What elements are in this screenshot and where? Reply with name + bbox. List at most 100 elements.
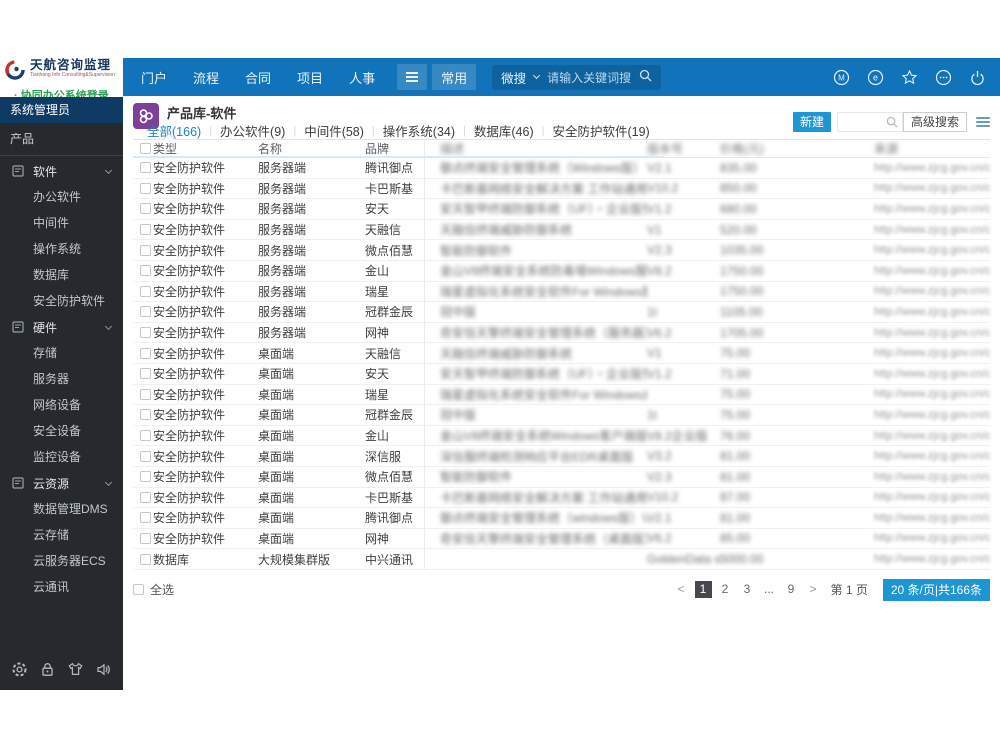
row-checkbox[interactable] <box>140 388 151 400</box>
settings-icon[interactable] <box>11 661 28 681</box>
search-input[interactable]: 请输入关键词搜 <box>547 69 631 86</box>
nav-item[interactable]: 流程 <box>193 68 219 87</box>
row-checkbox[interactable] <box>140 532 151 544</box>
sidebar-item-数据库[interactable]: 数据库 <box>0 262 123 288</box>
table-search-input[interactable] <box>836 112 903 132</box>
row-checkbox[interactable] <box>140 471 151 483</box>
row-checkbox[interactable] <box>140 491 151 503</box>
sidebar-group-云资源[interactable]: 云资源 <box>0 470 123 496</box>
nav-item[interactable]: 项目 <box>297 68 323 87</box>
sidebar-item-办公软件[interactable]: 办公软件 <box>0 184 123 210</box>
row-checkbox[interactable] <box>140 512 151 524</box>
row-checkbox[interactable] <box>140 265 151 277</box>
page-button-9[interactable]: 9 <box>783 581 800 598</box>
row-checkbox[interactable] <box>140 409 151 421</box>
search-scope-dropdown[interactable]: 微搜 <box>501 68 526 87</box>
sidebar-item-安全防护软件[interactable]: 安全防护软件 <box>0 288 123 314</box>
prev-page-button[interactable]: < <box>673 581 690 598</box>
table-row[interactable]: 安全防护软件 服务器端 卡巴斯基卡巴斯基网络安全解决方案 工作站通用授权（终端..V… <box>133 178 990 200</box>
advanced-search-button[interactable]: 高级搜索 <box>902 112 967 132</box>
table-row[interactable]: 安全防护软件 服务器端 金山金山V8终端安全系统防毒墙Windows服务器版V8.2… <box>133 260 990 282</box>
sidebar-item-存储[interactable]: 存储 <box>0 340 123 366</box>
select-all-checkbox[interactable] <box>133 584 144 596</box>
table-row[interactable]: 安全防护软件 桌面端 深信服 深信服终端检测响应平台EDR桌面版 V3.2 81.00 ht… <box>133 446 990 467</box>
table-row[interactable]: 安全防护软件 桌面端 卡巴斯基卡巴斯基网络安全解决方案 工作站通用授权（桌面）・KL… <box>133 487 990 509</box>
header-checkbox[interactable] <box>140 143 151 154</box>
row-checkbox[interactable] <box>140 553 151 565</box>
sidebar-item-云存储[interactable]: 云存储 <box>0 522 123 548</box>
new-button[interactable]: 新建 <box>792 112 831 132</box>
nav-item[interactable]: 人事 <box>349 68 375 87</box>
table-row[interactable]: 安全防护软件 桌面端 网神 奇安信天擎终端安全管理系统（桌面版） V6.2 85.00 ht… <box>133 528 990 550</box>
sidebar-item-监控设备[interactable]: 监控设备 <box>0 444 123 470</box>
row-checkbox[interactable] <box>140 285 151 297</box>
nav-item[interactable]: 门户 <box>141 68 167 87</box>
table-row[interactable]: 安全防护软件 桌面端 腾讯御点 御点终端安全管理系统（windows版）V2.1 V2.… <box>133 508 990 529</box>
row-checkbox[interactable] <box>140 182 151 194</box>
table-row[interactable]: 安全防护软件 桌面端 金山 金山V8终端安全系统Windows客户端版 V8.2企业版 7… <box>133 425 990 447</box>
user-role-label[interactable]: 系统管理员 <box>0 97 123 123</box>
sound-icon[interactable] <box>95 661 112 681</box>
tab-全部(166)[interactable]: 全部(166) <box>147 121 201 140</box>
row-checkbox[interactable] <box>140 368 151 380</box>
page-jump-label[interactable]: 第 1 页 <box>831 581 868 598</box>
row-checkbox[interactable] <box>140 224 151 236</box>
tab-安全防护软件(19)[interactable]: 安全防护软件(19) <box>552 121 649 140</box>
row-checkbox[interactable] <box>140 327 151 339</box>
page-button-2[interactable]: 2 <box>717 581 734 598</box>
select-all-control[interactable]: 全选 <box>133 581 174 598</box>
power-icon[interactable] <box>969 69 986 86</box>
row-checkbox[interactable] <box>140 203 151 215</box>
sidebar-group-软件[interactable]: 软件 <box>0 158 123 184</box>
message-icon[interactable]: M <box>833 69 850 86</box>
table-row[interactable]: 安全防护软件 桌面端 天融信 天融信终端威胁防御系统 V1 75.00 http://www… <box>133 343 990 364</box>
tab-数据库(46)[interactable]: 数据库(46) <box>474 121 534 140</box>
page-button-1[interactable]: 1 <box>694 581 712 599</box>
sidebar-item-云通讯[interactable]: 云通讯 <box>0 574 123 600</box>
lock-icon[interactable] <box>39 661 56 681</box>
sidebar-item-网络设备[interactable]: 网络设备 <box>0 392 123 418</box>
theme-icon[interactable] <box>67 661 84 681</box>
sidebar-item-数据管理DMS[interactable]: 数据管理DMS <box>0 496 123 522</box>
row-checkbox[interactable] <box>140 306 151 318</box>
sidebar-item-操作系统[interactable]: 操作系统 <box>0 236 123 262</box>
table-row[interactable]: 安全防护软件 服务器端 瑞星瑞星虚拟化系统安全软件For Windows服务端 175… <box>133 281 990 303</box>
table-row[interactable]: 安全防护软件 服务器端 微点佰慧 智能防御软件 V2.3 1035.00 http://ww… <box>133 240 990 261</box>
row-checkbox[interactable] <box>140 450 151 462</box>
row-checkbox[interactable] <box>140 347 151 359</box>
table-row[interactable]: 安全防护软件 服务器端 天融信 天融信终端威胁防御系统 V1 520.00 http://w… <box>133 219 990 241</box>
table-row[interactable]: 安全防护软件 服务器端 腾讯御点 御点终端安全管理系统（Windows版） V2.1 83… <box>133 158 990 179</box>
nav-menu-button[interactable] <box>397 64 428 90</box>
per-page-summary-badge[interactable]: 20 条/页|共166条 <box>882 578 990 601</box>
sidebar-item-服务器[interactable]: 服务器 <box>0 366 123 392</box>
row-checkbox[interactable] <box>140 162 151 174</box>
global-search[interactable]: 微搜 请输入关键词搜 <box>492 64 662 90</box>
table-row[interactable]: 安全防护软件 桌面端 瑞星瑞星虚拟化系统安全软件For Windows桌面版 75.0… <box>133 384 990 406</box>
page-button-3[interactable]: 3 <box>739 581 756 598</box>
table-row[interactable]: 安全防护软件 服务器端 网神 奇安信天擎终端安全管理系统（服务器） V6.2 1705.0… <box>133 322 990 344</box>
sidebar-group-硬件[interactable]: 硬件 <box>0 314 123 340</box>
row-checkbox[interactable] <box>140 244 151 256</box>
row-checkbox[interactable] <box>140 430 151 442</box>
table-row[interactable]: 数据库 大规模集群版 中兴通讯 GoldenData s...5000.00 http:… <box>133 549 990 570</box>
search-icon[interactable] <box>639 69 652 85</box>
favorites-icon[interactable] <box>901 69 918 86</box>
tab-办公软件(9)[interactable]: 办公软件(9) <box>220 121 285 140</box>
more-icon[interactable] <box>935 69 952 86</box>
tab-操作系统(34)[interactable]: 操作系统(34) <box>383 121 455 140</box>
table-row[interactable]: 安全防护软件 服务器端 安天安天智甲终端防御系统（UF）・企业版受控端V1.2 680… <box>133 199 990 220</box>
column-settings-icon[interactable] <box>976 115 990 129</box>
table-row[interactable]: 安全防护软件 桌面端 微点佰慧 智能防御软件 V2.3 81.00 http://www.z… <box>133 466 990 488</box>
sidebar-section-product[interactable]: 产品 <box>0 123 123 156</box>
next-page-button[interactable]: > <box>805 581 822 598</box>
sidebar-item-云服务器ECS[interactable]: 云服务器ECS <box>0 548 123 574</box>
table-row[interactable]: 安全防护软件 服务器端 冠群金辰 冠中版 1t 1105.00 http://www.zjc… <box>133 302 990 323</box>
table-row[interactable]: 安全防护软件 桌面端 冠群金辰 冠中版 1t 75.00 http://www.zjcg.g… <box>133 405 990 426</box>
sidebar-item-安全设备[interactable]: 安全设备 <box>0 418 123 444</box>
help-icon[interactable]: e <box>867 69 884 86</box>
nav-item-pinned[interactable]: 常用 <box>432 64 477 90</box>
table-row[interactable]: 安全防护软件 桌面端 安天安天智甲终端防御系统（UF）・企业版受控端V1.2 71.0… <box>133 363 990 385</box>
sidebar-item-中间件[interactable]: 中间件 <box>0 210 123 236</box>
tab-中间件(58)[interactable]: 中间件(58) <box>304 121 364 140</box>
nav-item[interactable]: 合同 <box>245 68 271 87</box>
